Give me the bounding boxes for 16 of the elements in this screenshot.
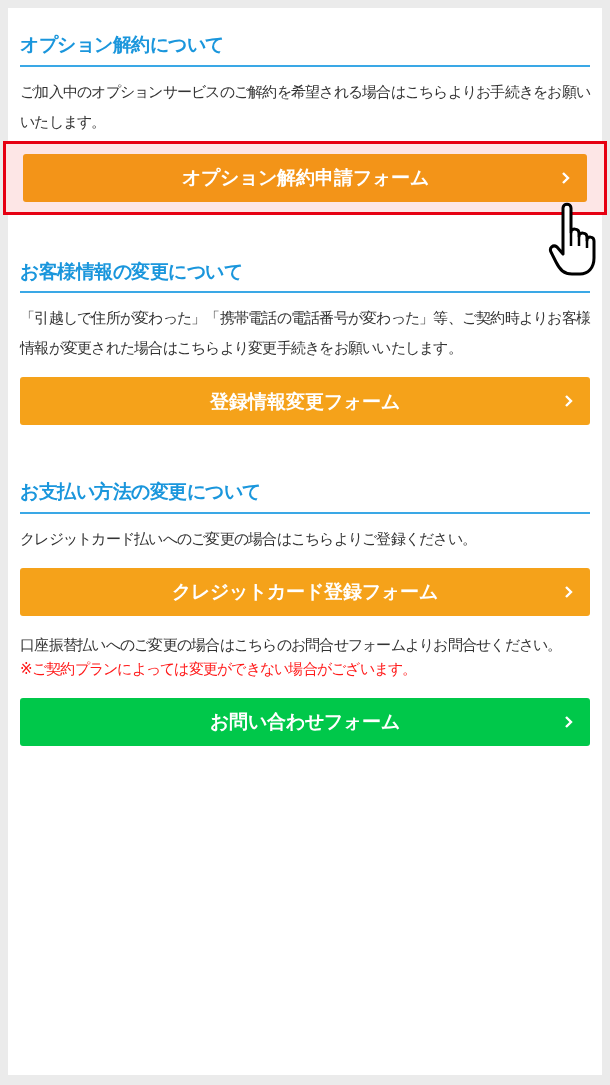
chevron-icon: [564, 394, 574, 408]
form-button[interactable]: クレジットカード登録フォーム: [20, 567, 590, 616]
form-button[interactable]: オプション解約申請フォーム: [23, 153, 587, 202]
chevron-icon: [564, 584, 574, 599]
section-heading: オプション解約について: [20, 30, 590, 67]
description-text: 「引越しで住所が変わった」「携帯電話の電話番号が変わった」等、ご契約時よりお客様情報が変更された場合はこちらより変更手続きをお願いいたします。: [20, 308, 590, 359]
description-text: 口座振替払いへのご変更の場合はこちらのお問合せフォームよりお問合せください。: [20, 634, 563, 656]
description-text: クレジットカード払いへのご変更の場合はこちらよりご登録ください。: [20, 528, 477, 550]
chevron-icon: [561, 170, 571, 185]
hand-cursor-icon: [548, 201, 596, 278]
chevron-icon: [564, 714, 574, 729]
warning-note: ※ご契約プランによっては変更ができない場合がございます。: [20, 658, 418, 680]
description-text: ご加入中のオプションサービスのご解約を希望される場合はこちらよりお手続きをお願いいたします。: [20, 81, 590, 133]
form-button[interactable]: お問い合わせフォーム: [20, 697, 590, 746]
section-heading: お支払い方法の変更について: [20, 477, 590, 514]
form-button[interactable]: 登録情報変更フォーム: [20, 377, 590, 425]
